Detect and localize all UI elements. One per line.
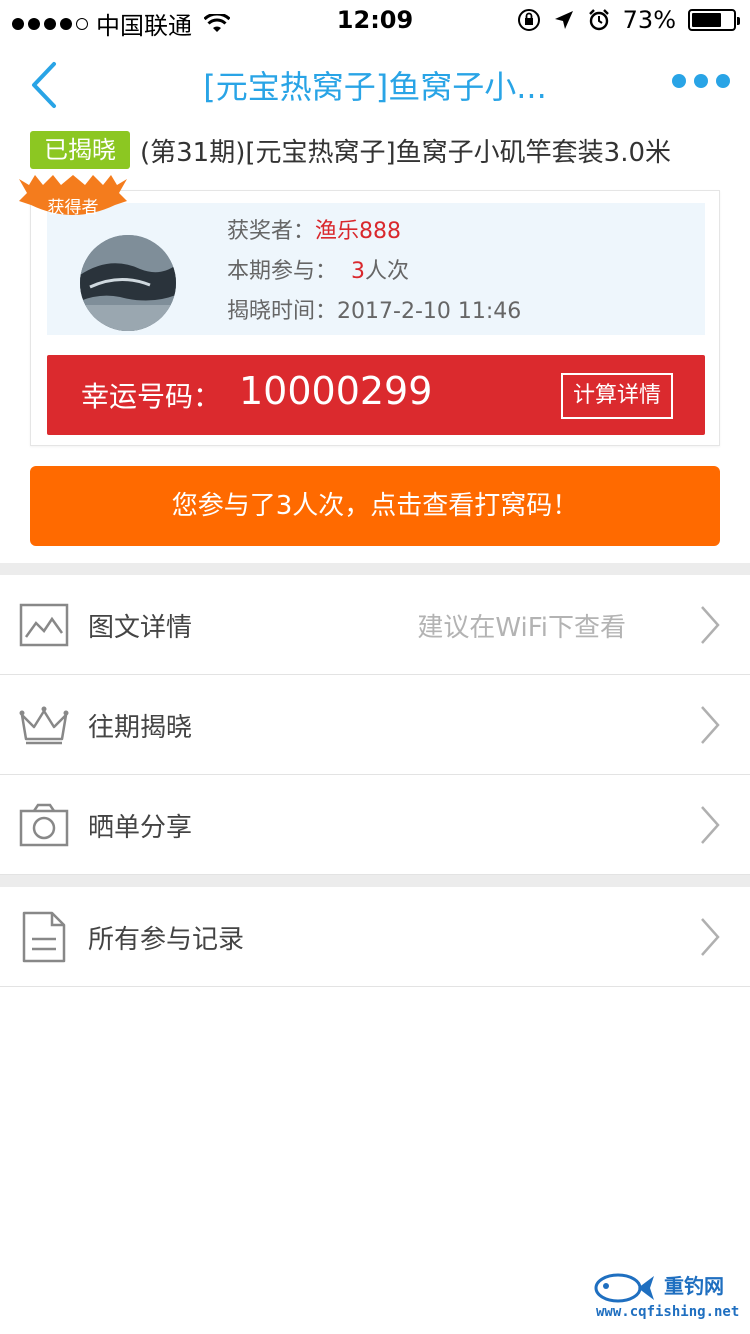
product-title-row: 已揭晓 (第31期)[元宝热窝子]鱼窝子小矶竿套装3.0米 (30, 130, 730, 170)
winner-card: 获奖者：渔乐888 本期参与： 3人次 揭晓时间：2017-2-10 11:46… (19, 175, 720, 446)
menu-item-hint: 建议在WiFi下查看 (417, 613, 626, 643)
battery-percent: 73% (622, 6, 676, 34)
menu-item-past-results[interactable]: 往期揭晓 (0, 675, 750, 775)
section-divider (0, 875, 750, 887)
status-badge: 已揭晓 (30, 131, 130, 169)
reveal-time-line: 揭晓时间：2017-2-10 11:46 (227, 293, 521, 325)
status-bar-right: 73% (517, 6, 740, 34)
crown-icon (19, 706, 69, 745)
watermark: 重钓网 www.cqfishing.net (592, 1270, 742, 1326)
menu-item-label: 图文详情 (88, 613, 193, 643)
menu-item-share[interactable]: 晒单分享 (0, 775, 750, 875)
battery-fill (692, 13, 722, 27)
menu-item-label: 往期揭晓 (88, 713, 193, 743)
participation-line: 本期参与： 3人次 (227, 253, 409, 285)
back-icon[interactable] (24, 58, 68, 112)
product-title: (第31期)[元宝热窝子]鱼窝子小矶竿套装3.0米 (140, 137, 672, 168)
badge-label: 获得者 (47, 198, 99, 218)
reveal-time-label: 揭晓时间： (227, 299, 338, 324)
section-divider (0, 563, 750, 575)
winner-name[interactable]: 渔乐888 (315, 219, 401, 244)
fish-logo-icon (594, 1273, 654, 1303)
view-my-codes-button[interactable]: 您参与了3人次，点击查看打窝码！ (30, 466, 720, 546)
menu-item-label: 所有参与记录 (88, 925, 245, 955)
lucky-number-label: 幸运号码： (81, 380, 222, 413)
participation-label: 本期参与： (227, 259, 338, 284)
orientation-lock-icon (517, 9, 540, 31)
chevron-right-icon (701, 706, 720, 744)
chevron-right-icon (701, 918, 720, 956)
avatar-image (80, 235, 176, 331)
winner-line: 获奖者：渔乐888 (227, 213, 401, 245)
lucky-number-bar: 幸运号码： 10000299 计算详情 (47, 355, 705, 435)
winner-label: 获奖者： (227, 219, 316, 244)
reveal-time: 2017-2-10 11:46 (337, 299, 522, 324)
watermark-brand: 重钓网 (664, 1274, 724, 1298)
watermark-url: www.cqfishing.net (596, 1304, 740, 1320)
image-icon (19, 603, 69, 647)
calculate-details-button[interactable]: 计算详情 (560, 373, 673, 419)
more-icon[interactable] (672, 74, 730, 88)
menu-item-label: 晒单分享 (88, 813, 193, 843)
menu-item-detail[interactable]: 图文详情 建议在WiFi下查看 (0, 575, 750, 675)
participation-count: 3 (351, 259, 366, 284)
document-icon (22, 911, 66, 963)
participation-unit: 人次 (365, 259, 410, 284)
chevron-right-icon (701, 806, 720, 844)
status-bar: 中国联通 12:09 73% (0, 0, 750, 40)
avatar[interactable] (80, 235, 176, 331)
lucky-number: 10000299 (239, 369, 433, 413)
winner-badge: 获得者 (15, 171, 131, 231)
page-title: [元宝热窝子]鱼窝子小... (203, 68, 547, 106)
location-icon (554, 11, 573, 29)
camera-icon (19, 803, 69, 847)
battery-icon (688, 9, 740, 31)
winner-info-panel: 获奖者：渔乐888 本期参与： 3人次 揭晓时间：2017-2-10 11:46 (47, 203, 705, 335)
menu-item-all-records[interactable]: 所有参与记录 (0, 887, 750, 987)
alarm-icon (588, 9, 609, 31)
chevron-right-icon (701, 606, 720, 644)
nav-bar: [元宝热窝子]鱼窝子小... (0, 40, 750, 130)
